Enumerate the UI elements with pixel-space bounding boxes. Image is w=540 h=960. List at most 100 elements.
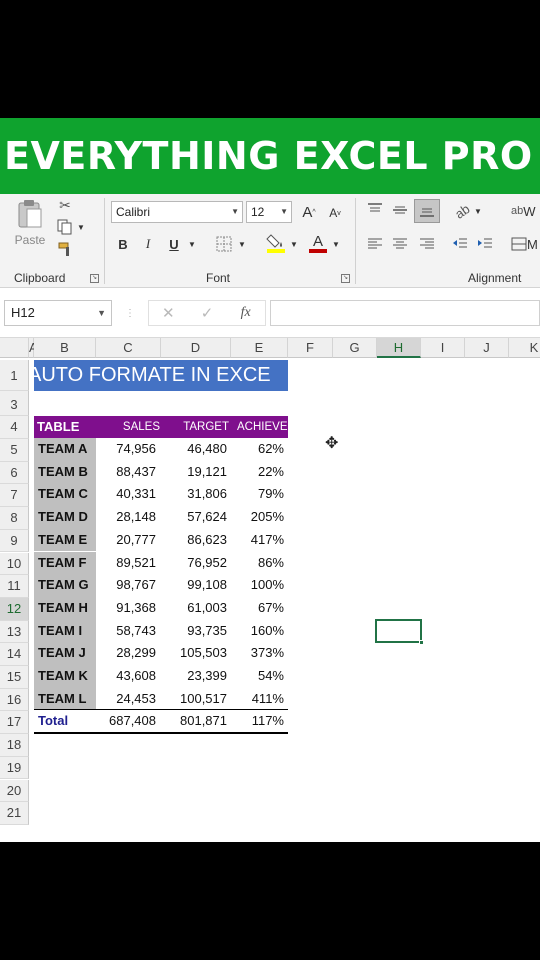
sales-cell[interactable]: 43,608 <box>96 665 160 688</box>
font-size-combo[interactable]: 12 ▼ <box>246 201 292 223</box>
target-cell[interactable]: 99,108 <box>161 574 231 597</box>
row-header[interactable]: 16 <box>0 688 29 712</box>
sales-cell[interactable]: 28,148 <box>96 506 160 529</box>
sales-cell[interactable]: 24,453 <box>96 688 160 711</box>
column-header[interactable]: C <box>96 338 161 358</box>
achieve-cell[interactable]: 417% <box>231 529 288 552</box>
enter-icon[interactable]: ✓ <box>188 304 227 322</box>
column-header[interactable]: J <box>465 338 509 358</box>
total-achieve-cell[interactable]: 117% <box>231 710 288 733</box>
row-header[interactable]: 14 <box>0 643 29 666</box>
top-align-icon[interactable] <box>366 202 384 218</box>
team-name-cell[interactable]: TEAM E <box>34 528 96 552</box>
clipboard-launcher-icon[interactable]: ↘ <box>90 274 99 283</box>
achieve-cell[interactable]: 160% <box>231 620 288 643</box>
borders-dropdown-icon[interactable]: ▼ <box>237 238 247 250</box>
header-target[interactable]: TARGET <box>165 416 229 438</box>
achieve-cell[interactable]: 67% <box>231 597 288 620</box>
column-header[interactable]: I <box>421 338 465 358</box>
sales-cell[interactable]: 40,331 <box>96 483 160 506</box>
fill-handle[interactable] <box>419 640 424 645</box>
italic-button[interactable]: I <box>139 234 157 254</box>
total-sales-cell[interactable]: 687,408 <box>96 710 160 733</box>
row-header[interactable]: 3 <box>0 393 29 417</box>
row-header[interactable]: 19 <box>0 756 29 780</box>
row-header[interactable]: 8 <box>0 507 29 530</box>
row-header[interactable]: 7 <box>0 484 29 508</box>
achieve-cell[interactable]: 411% <box>231 688 288 711</box>
team-name-cell[interactable]: TEAM C <box>34 483 96 507</box>
sales-cell[interactable]: 91,368 <box>96 597 160 620</box>
sales-cell[interactable]: 98,767 <box>96 574 160 597</box>
row-header[interactable]: 20 <box>0 779 29 803</box>
target-cell[interactable]: 86,623 <box>161 529 231 552</box>
increase-indent-icon[interactable] <box>476 236 494 252</box>
achieve-cell[interactable]: 62% <box>231 438 288 461</box>
decrease-indent-icon[interactable] <box>451 236 469 252</box>
team-name-cell[interactable]: TEAM G <box>34 574 96 597</box>
select-all-corner[interactable] <box>0 338 29 358</box>
achieve-cell[interactable]: 54% <box>231 665 288 688</box>
cut-icon[interactable]: ✂ <box>56 196 74 214</box>
sales-cell[interactable]: 58,743 <box>96 620 160 643</box>
shrink-font-button[interactable]: Av <box>326 203 344 223</box>
font-color-button[interactable]: A <box>308 232 328 254</box>
copy-dropdown-icon[interactable]: ▼ <box>76 220 86 234</box>
orientation-icon[interactable]: ab <box>449 198 476 224</box>
wrap-text-icon[interactable]: ab W <box>511 202 540 220</box>
middle-align-icon[interactable] <box>391 202 409 218</box>
target-cell[interactable]: 31,806 <box>161 483 231 506</box>
team-name-cell[interactable]: TEAM I <box>34 619 96 643</box>
header-sales[interactable]: SALES <box>96 416 160 438</box>
row-header[interactable]: 11 <box>0 575 29 598</box>
font-color-dropdown-icon[interactable]: ▼ <box>331 238 341 250</box>
team-name-cell[interactable]: TEAM F <box>34 551 96 575</box>
insert-function-icon[interactable]: fx <box>226 305 265 321</box>
row-header[interactable]: 4 <box>0 416 29 439</box>
target-cell[interactable]: 105,503 <box>161 642 231 665</box>
achieve-cell[interactable]: 79% <box>231 483 288 506</box>
underline-dropdown-icon[interactable]: ▼ <box>187 238 197 250</box>
achieve-cell[interactable]: 100% <box>231 574 288 597</box>
row-header[interactable]: 1 <box>0 360 29 391</box>
bottom-align-icon[interactable] <box>414 199 440 223</box>
font-launcher-icon[interactable]: ↘ <box>341 274 350 283</box>
sales-cell[interactable]: 28,299 <box>96 642 160 665</box>
align-right-icon[interactable] <box>418 236 436 252</box>
formula-input[interactable] <box>270 300 540 326</box>
sales-cell[interactable]: 20,777 <box>96 529 160 552</box>
row-header[interactable]: 9 <box>0 529 29 553</box>
paste-button-label[interactable]: Paste <box>12 232 48 248</box>
column-header[interactable]: D <box>161 338 231 358</box>
underline-button[interactable]: U <box>165 234 183 254</box>
target-cell[interactable]: 61,003 <box>161 597 231 620</box>
name-box[interactable]: H12 ▼ <box>4 300 112 326</box>
achieve-cell[interactable]: 22% <box>231 461 288 484</box>
align-left-icon[interactable] <box>366 236 384 252</box>
row-header[interactable]: 10 <box>0 552 29 576</box>
sales-cell[interactable]: 89,521 <box>96 552 160 575</box>
formula-bar-splitter[interactable]: ⋮ <box>125 304 135 322</box>
row-header[interactable]: 17 <box>0 711 29 735</box>
sales-cell[interactable]: 88,437 <box>96 461 160 484</box>
achieve-cell[interactable]: 205% <box>231 506 288 529</box>
cancel-icon[interactable]: ✕ <box>149 304 188 322</box>
row-header[interactable]: 12 <box>0 597 29 621</box>
achieve-cell[interactable]: 86% <box>231 552 288 575</box>
fill-color-icon[interactable] <box>266 232 286 254</box>
target-cell[interactable]: 76,952 <box>161 552 231 575</box>
sales-cell[interactable]: 74,956 <box>96 438 160 461</box>
align-center-icon[interactable] <box>391 236 409 252</box>
column-header[interactable]: H <box>377 338 421 358</box>
team-name-cell[interactable]: TEAM A <box>34 438 96 461</box>
font-name-combo[interactable]: Calibri ▼ <box>111 201 243 223</box>
team-name-cell[interactable]: TEAM K <box>34 665 96 688</box>
total-target-cell[interactable]: 801,871 <box>161 710 231 733</box>
row-header[interactable]: 21 <box>0 802 29 825</box>
target-cell[interactable]: 100,517 <box>161 688 231 711</box>
merge-center-icon[interactable]: M <box>511 236 540 252</box>
team-name-cell[interactable]: TEAM J <box>34 642 96 665</box>
column-header[interactable]: F <box>288 338 333 358</box>
row-header[interactable]: 5 <box>0 439 29 462</box>
sheet-title-cell[interactable]: AUTO FORMATE IN EXCE <box>34 360 288 391</box>
